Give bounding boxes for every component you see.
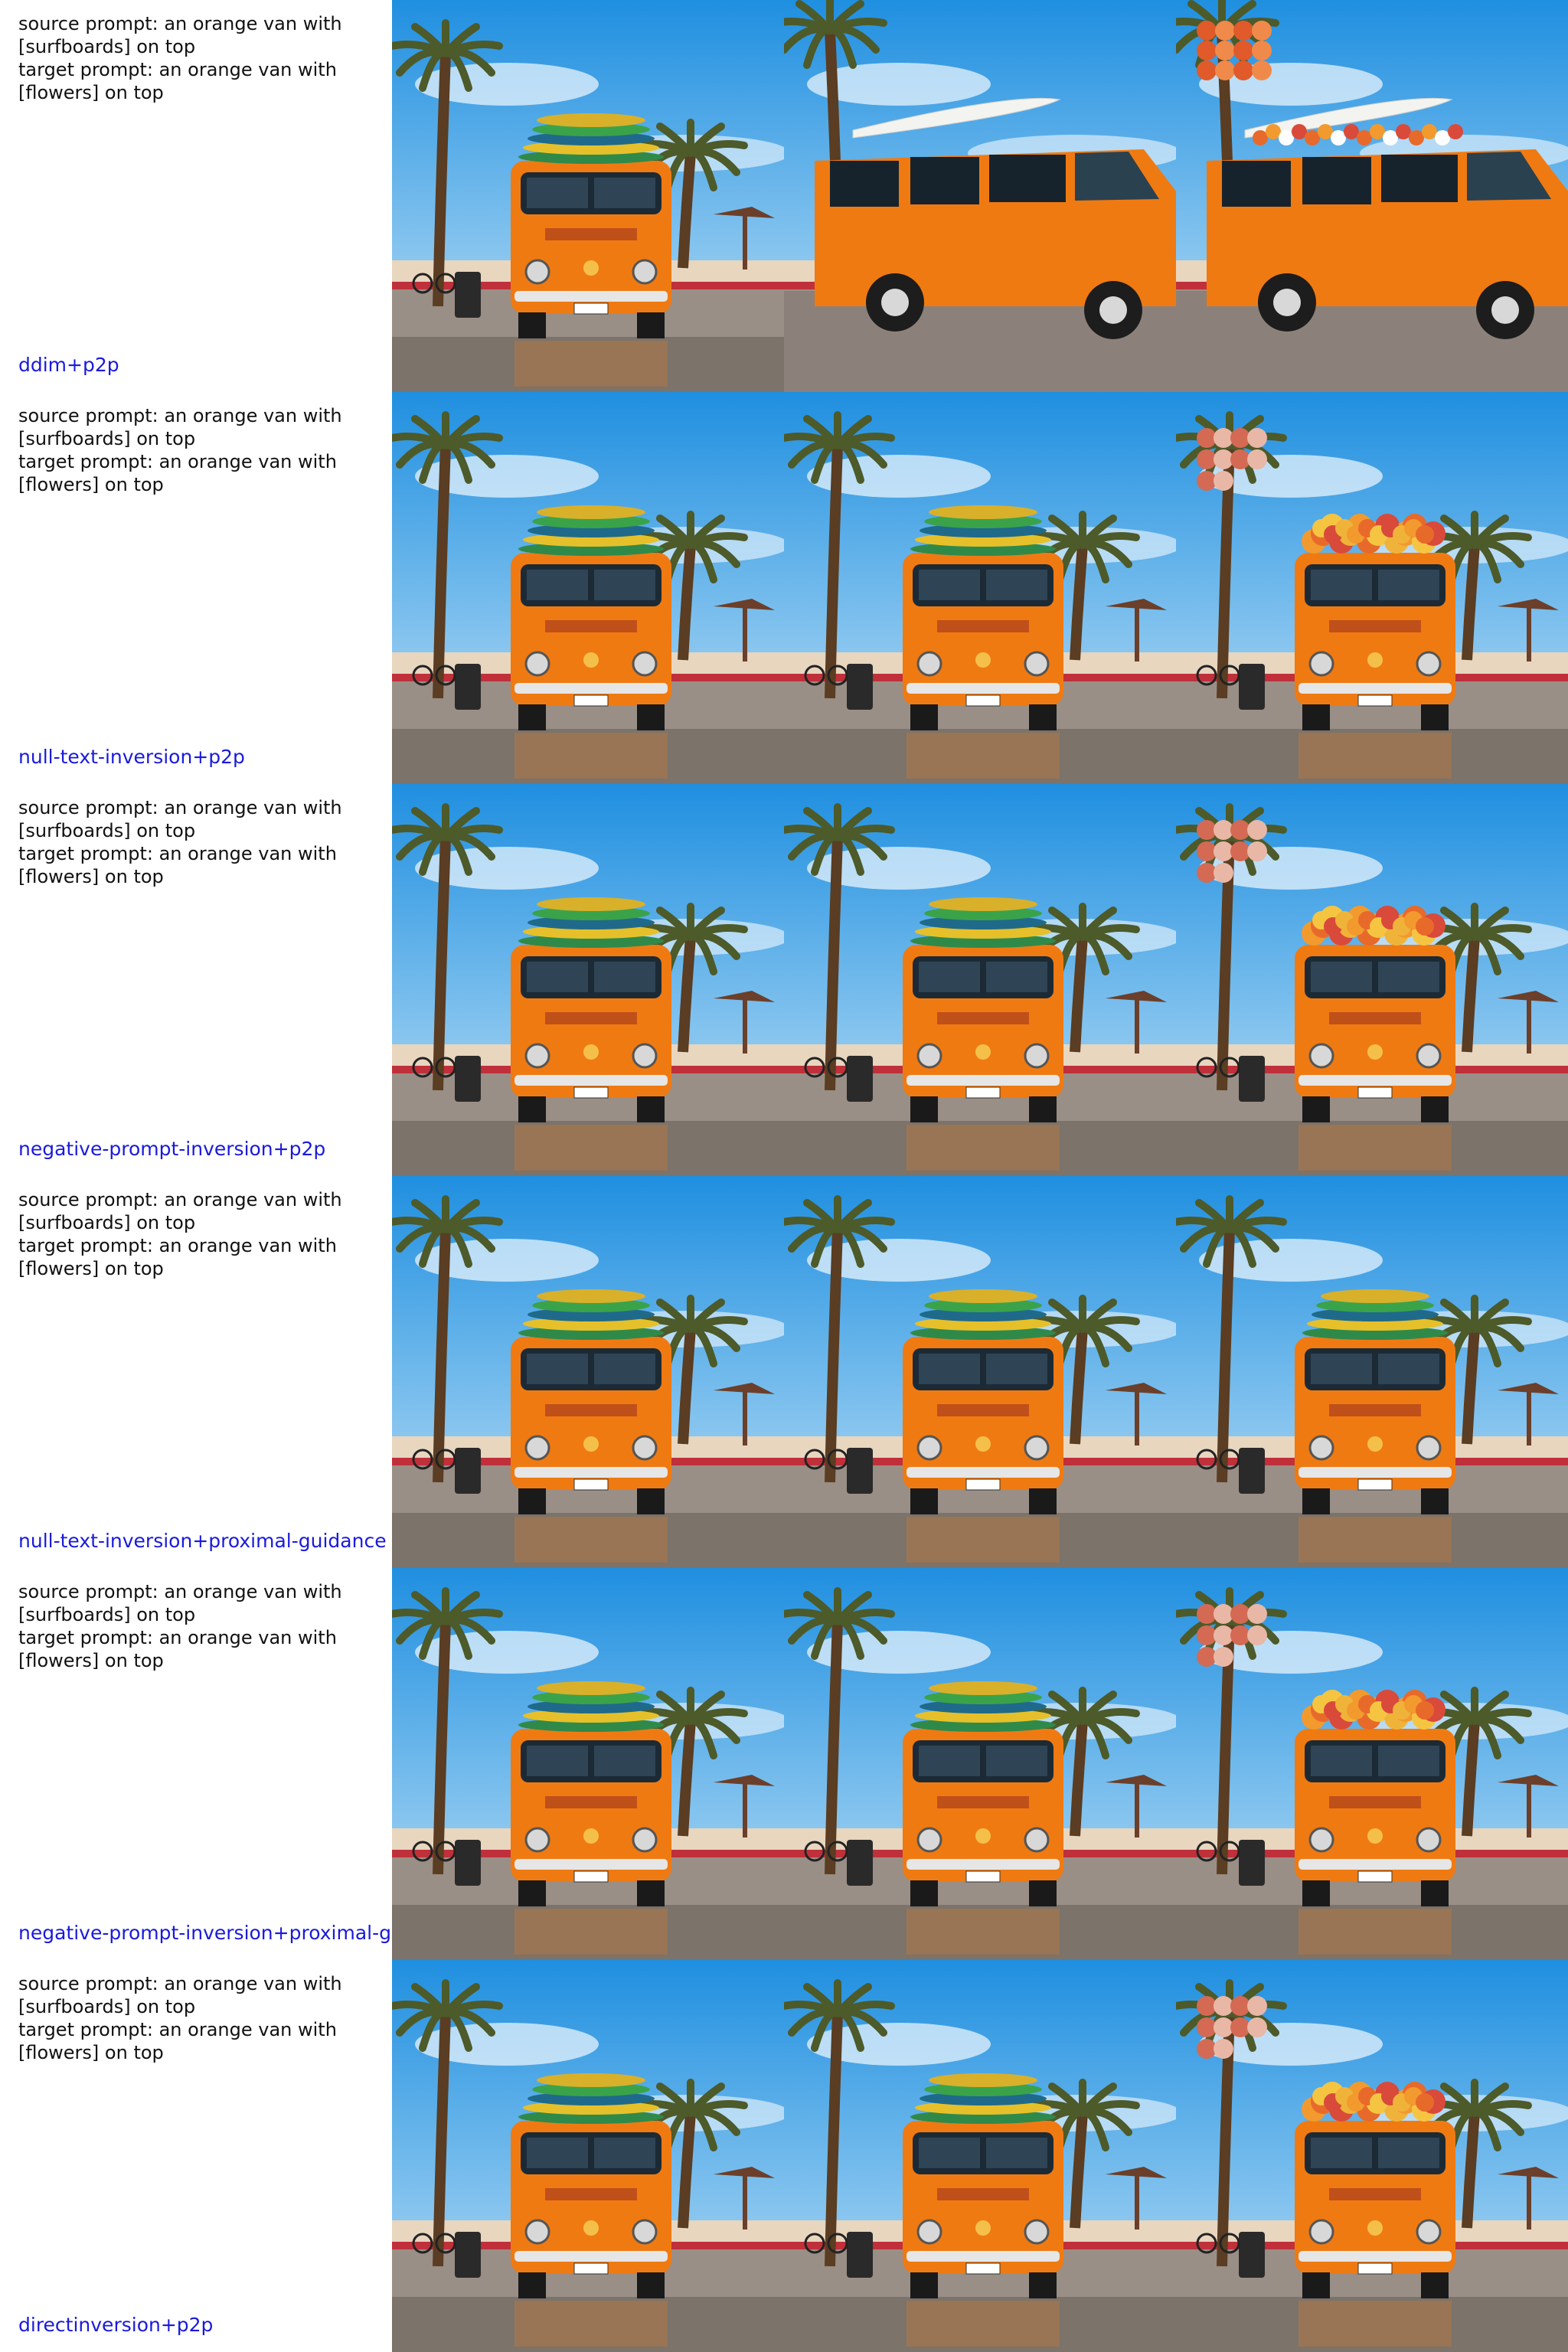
edited-image (1176, 1568, 1568, 1960)
source-image (392, 1568, 784, 1960)
source-image (392, 784, 784, 1176)
van-photo (1176, 392, 1568, 784)
van-photo (1176, 1176, 1568, 1568)
source-prompt: source prompt: an orange van with [surfb… (18, 1189, 342, 1233)
prompt-text: source prompt: an orange van with [surfb… (18, 1972, 371, 2064)
row-caption: source prompt: an orange van with [surfb… (0, 0, 392, 392)
comparison-grid: source prompt: an orange van with [surfb… (0, 0, 1568, 2352)
edited-image (1176, 0, 1568, 392)
edited-image (1176, 1960, 1568, 2352)
reconstruction-image (784, 0, 1176, 392)
row-caption: source prompt: an orange van with [surfb… (0, 1568, 392, 1960)
source-image (392, 392, 784, 784)
source-prompt: source prompt: an orange van with [surfb… (18, 797, 342, 841)
edited-image (1176, 1176, 1568, 1568)
target-prompt: target prompt: an orange van with [flowe… (18, 1235, 337, 1279)
van-photo (784, 784, 1176, 1176)
edited-image (1176, 784, 1568, 1176)
reconstruction-image (784, 1176, 1176, 1568)
prompt-text: source prompt: an orange van with [surfb… (18, 12, 371, 104)
target-prompt: target prompt: an orange van with [flowe… (18, 843, 337, 887)
van-photo (1176, 784, 1568, 1176)
van-photo (392, 1176, 784, 1568)
target-prompt: target prompt: an orange van with [flowe… (18, 1627, 337, 1671)
reconstruction-image (784, 784, 1176, 1176)
row-caption: source prompt: an orange van with [surfb… (0, 1176, 392, 1568)
van-photo (1176, 1568, 1568, 1960)
source-prompt: source prompt: an orange van with [surfb… (18, 405, 342, 449)
prompt-text: source prompt: an orange van with [surfb… (18, 796, 371, 888)
van-photo (392, 0, 784, 392)
method-label: directinversion+p2p (18, 2314, 214, 2336)
van-photo (784, 392, 1176, 784)
van-photo (784, 1176, 1176, 1568)
comparison-row: source prompt: an orange van with [surfb… (0, 0, 1568, 392)
source-image (392, 0, 784, 392)
van-photo (784, 0, 1176, 392)
row-caption: source prompt: an orange van with [surfb… (0, 784, 392, 1176)
reconstruction-image (784, 1568, 1176, 1960)
method-label: null-text-inversion+p2p (18, 746, 245, 768)
target-prompt: target prompt: an orange van with [flowe… (18, 2019, 337, 2063)
method-label: ddim+p2p (18, 354, 119, 376)
source-image (392, 1960, 784, 2352)
prompt-text: source prompt: an orange van with [surfb… (18, 1580, 371, 1672)
target-prompt: target prompt: an orange van with [flowe… (18, 451, 337, 495)
van-photo (784, 1960, 1176, 2352)
source-prompt: source prompt: an orange van with [surfb… (18, 1581, 342, 1625)
source-image (392, 1176, 784, 1568)
reconstruction-image (784, 1960, 1176, 2352)
method-label: negative-prompt-inversion+proximal-g (18, 1922, 391, 1944)
method-label: null-text-inversion+proximal-guidance (18, 1530, 387, 1552)
van-photo (392, 1568, 784, 1960)
comparison-row: source prompt: an orange van with [surfb… (0, 1960, 1568, 2352)
comparison-row: source prompt: an orange van with [surfb… (0, 1568, 1568, 1960)
row-caption: source prompt: an orange van with [surfb… (0, 1960, 392, 2352)
van-photo (392, 392, 784, 784)
source-prompt: source prompt: an orange van with [surfb… (18, 1973, 342, 2017)
van-photo (392, 784, 784, 1176)
method-label: negative-prompt-inversion+p2p (18, 1138, 326, 1160)
van-photo (1176, 0, 1568, 392)
prompt-text: source prompt: an orange van with [surfb… (18, 404, 371, 496)
target-prompt: target prompt: an orange van with [flowe… (18, 59, 337, 103)
comparison-row: source prompt: an orange van with [surfb… (0, 784, 1568, 1176)
row-caption: source prompt: an orange van with [surfb… (0, 392, 392, 784)
prompt-text: source prompt: an orange van with [surfb… (18, 1188, 371, 1280)
source-prompt: source prompt: an orange van with [surfb… (18, 13, 342, 57)
reconstruction-image (784, 392, 1176, 784)
van-photo (392, 1960, 784, 2352)
comparison-row: source prompt: an orange van with [surfb… (0, 392, 1568, 784)
comparison-row: source prompt: an orange van with [surfb… (0, 1176, 1568, 1568)
van-photo (784, 1568, 1176, 1960)
van-photo (1176, 1960, 1568, 2352)
edited-image (1176, 392, 1568, 784)
